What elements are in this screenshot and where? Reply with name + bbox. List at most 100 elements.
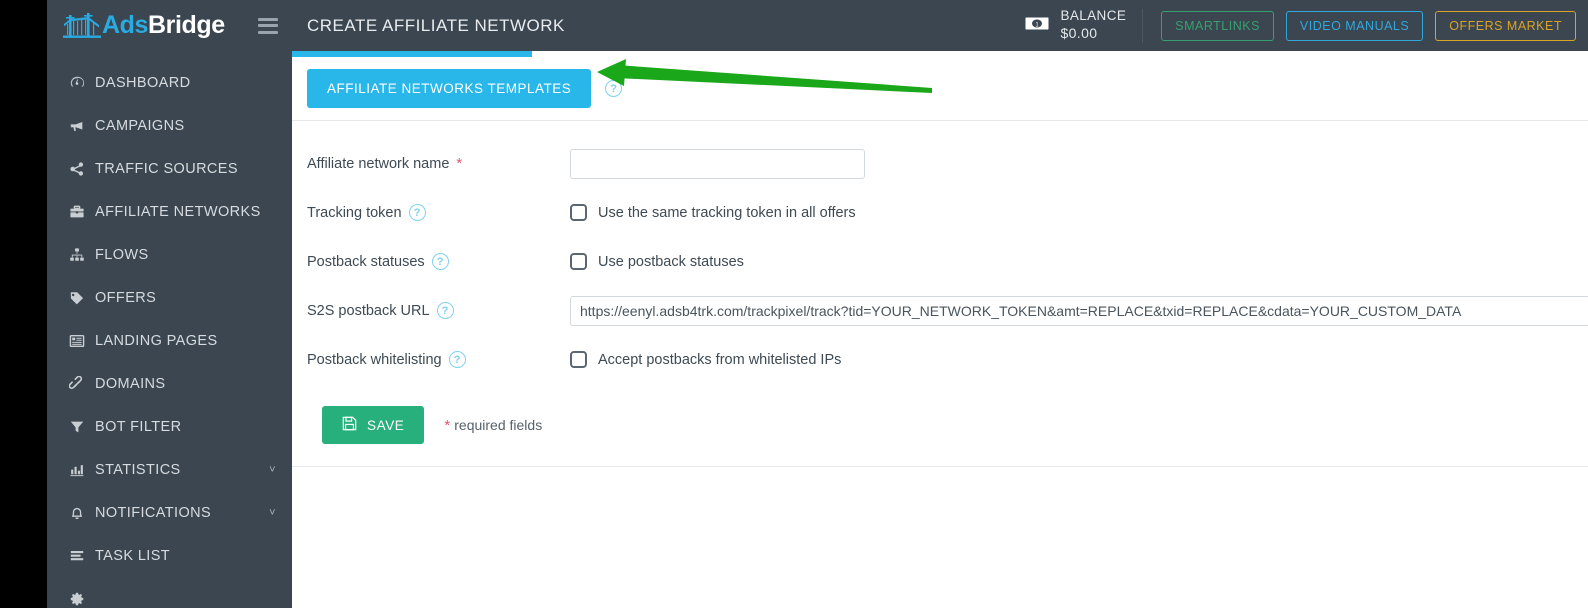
- templates-row: AFFILIATE NETWORKS TEMPLATES ?: [292, 57, 1588, 120]
- postback-whitelisting-label: Postback whitelisting ?: [307, 351, 570, 368]
- tracking-token-checkbox-row[interactable]: Use the same tracking token in all offer…: [570, 204, 856, 221]
- hamburger-bar: [258, 17, 278, 21]
- field-wrap: [570, 148, 1588, 179]
- main-content: AFFILIATE NETWORKS TEMPLATES ? Affiliate…: [292, 51, 1588, 608]
- task-list-icon: [69, 548, 95, 564]
- tracking-token-checkbox-label: Use the same tracking token in all offer…: [598, 204, 856, 221]
- offers-market-button[interactable]: OFFERS MARKET: [1435, 10, 1576, 41]
- question-mark-icon[interactable]: ?: [605, 80, 623, 97]
- save-button[interactable]: SAVE: [322, 406, 425, 444]
- sidebar-item-label: OFFERS: [95, 289, 157, 306]
- bottom-divider: [292, 466, 1588, 467]
- question-mark-icon[interactable]: ?: [431, 253, 449, 270]
- field-wrap: [570, 295, 1588, 326]
- sidebar-item-label: BOT FILTER: [95, 418, 182, 435]
- sidebar-item-landing-pages[interactable]: LANDING PAGES: [47, 319, 292, 362]
- sidebar-item-task-list[interactable]: TASK LIST: [47, 534, 292, 577]
- smartlinks-button[interactable]: SMARTLINKS: [1161, 10, 1274, 41]
- label-text: S2S postback URL: [307, 302, 430, 319]
- postback-statuses-checkbox[interactable]: [570, 253, 587, 270]
- funnel-filter-icon: [69, 419, 95, 435]
- affiliate-networks-templates-button[interactable]: AFFILIATE NETWORKS TEMPLATES: [307, 69, 592, 108]
- s2s-postback-url-label: S2S postback URL ?: [307, 302, 570, 319]
- save-button-label: SAVE: [367, 417, 405, 433]
- balance-widget[interactable]: 1 BALANCE $0.00: [1024, 8, 1144, 43]
- sidebar-item-label: STATISTICS: [95, 461, 181, 478]
- required-fields-note: * required fields: [444, 417, 542, 433]
- sidebar-item-affiliate-networks[interactable]: AFFILIATE NETWORKS: [47, 190, 292, 233]
- sitemap-icon: [69, 247, 95, 263]
- label-text: Tracking token: [307, 204, 402, 221]
- sidebar-item-label: DASHBOARD: [95, 74, 191, 91]
- banknote-icon: 1: [1024, 15, 1051, 36]
- sidebar-item-settings[interactable]: [47, 577, 292, 608]
- brand-name: AdsBridge: [102, 13, 225, 38]
- required-marker: *: [456, 155, 463, 172]
- required-fields-text: required fields: [454, 417, 543, 433]
- form-row-postback-whitelisting: Postback whitelisting ? Accept postbacks…: [307, 335, 1588, 384]
- app-window: AdsBridge DASHBOARD CAMPAIGNS TRAFFIC SO…: [0, 0, 1588, 608]
- form-row-tracking-token: Tracking token ? Use the same tracking t…: [307, 188, 1588, 237]
- postback-statuses-checkbox-label: Use postback statuses: [598, 253, 744, 270]
- sidebar-item-label: FLOWS: [95, 246, 149, 263]
- sidebar-item-label: CAMPAIGNS: [95, 117, 185, 134]
- megaphone-icon: [69, 118, 95, 134]
- sidebar-item-traffic-sources[interactable]: TRAFFIC SOURCES: [47, 147, 292, 190]
- sidebar-item-domains[interactable]: DOMAINS: [47, 362, 292, 405]
- bar-chart-icon: [69, 462, 95, 478]
- bell-icon: [69, 505, 95, 521]
- sidebar-item-bot-filter[interactable]: BOT FILTER: [47, 405, 292, 448]
- link-chain-icon: [69, 375, 95, 392]
- sidebar-item-flows[interactable]: FLOWS: [47, 233, 292, 276]
- list-page-icon: [69, 333, 95, 349]
- field-wrap: Use postback statuses: [570, 253, 1588, 270]
- bridge-logo-icon: [63, 11, 101, 41]
- left-gutter: [0, 0, 47, 608]
- label-text: Postback statuses: [307, 253, 425, 270]
- chevron-down-icon: ˅: [269, 506, 276, 519]
- question-mark-icon[interactable]: ?: [408, 204, 426, 221]
- share-nodes-icon: [69, 161, 95, 177]
- balance-text: BALANCE $0.00: [1060, 8, 1126, 42]
- question-mark-icon[interactable]: ?: [436, 302, 454, 319]
- sidebar-item-label: TRAFFIC SOURCES: [95, 160, 238, 177]
- sidebar-item-dashboard[interactable]: DASHBOARD: [47, 61, 292, 104]
- required-marker: *: [444, 416, 451, 434]
- sidebar-item-offers[interactable]: OFFERS: [47, 276, 292, 319]
- brand-header: AdsBridge: [47, 0, 292, 51]
- sidebar-item-label: AFFILIATE NETWORKS: [95, 203, 261, 220]
- tag-icon: [69, 290, 95, 306]
- postback-whitelisting-checkbox-row[interactable]: Accept postbacks from whitelisted IPs: [570, 351, 841, 368]
- sidebar-item-label: NOTIFICATIONS: [95, 504, 212, 521]
- hamburger-bar: [258, 30, 278, 34]
- question-mark-icon[interactable]: ?: [448, 351, 466, 368]
- sidebar-nav: DASHBOARD CAMPAIGNS TRAFFIC SOURCES AFFI…: [47, 51, 292, 608]
- balance-amount: $0.00: [1060, 25, 1098, 42]
- header-buttons: SMARTLINKS VIDEO MANUALS OFFERS MARKET: [1143, 10, 1588, 41]
- gear-icon: [69, 591, 95, 607]
- create-affiliate-network-form: Affiliate network name * Tracking token …: [292, 121, 1588, 467]
- tracking-token-checkbox[interactable]: [570, 204, 587, 221]
- top-header-bar: CREATE AFFILIATE NETWORK 1 BALANCE $0.00…: [292, 0, 1588, 51]
- sidebar-item-notifications[interactable]: NOTIFICATIONS ˅: [47, 491, 292, 534]
- affiliate-network-name-input[interactable]: [570, 148, 865, 179]
- video-manuals-button[interactable]: VIDEO MANUALS: [1285, 10, 1424, 41]
- sidebar-item-statistics[interactable]: STATISTICS ˅: [47, 448, 292, 491]
- field-wrap: Accept postbacks from whitelisted IPs: [570, 351, 1588, 368]
- sidebar-item-label: DOMAINS: [95, 375, 166, 392]
- s2s-postback-url-input[interactable]: [570, 295, 1588, 326]
- form-row-postback-statuses: Postback statuses ? Use postback statuse…: [307, 237, 1588, 286]
- brand-name-first: Ads: [102, 11, 149, 39]
- field-wrap: Use the same tracking token in all offer…: [570, 204, 1588, 221]
- postback-statuses-checkbox-row[interactable]: Use postback statuses: [570, 253, 744, 270]
- dashboard-gauge-icon: [69, 75, 95, 91]
- page-title: CREATE AFFILIATE NETWORK: [307, 15, 565, 35]
- hamburger-icon[interactable]: [258, 17, 278, 34]
- affiliate-network-name-label: Affiliate network name *: [307, 156, 570, 172]
- form-row-name: Affiliate network name *: [307, 139, 1588, 188]
- postback-whitelisting-checkbox[interactable]: [570, 351, 587, 368]
- sidebar-item-campaigns[interactable]: CAMPAIGNS: [47, 104, 292, 147]
- brand-logo[interactable]: AdsBridge: [63, 11, 248, 41]
- brand-name-second: Bridge: [148, 11, 225, 39]
- postback-statuses-label: Postback statuses ?: [307, 253, 570, 270]
